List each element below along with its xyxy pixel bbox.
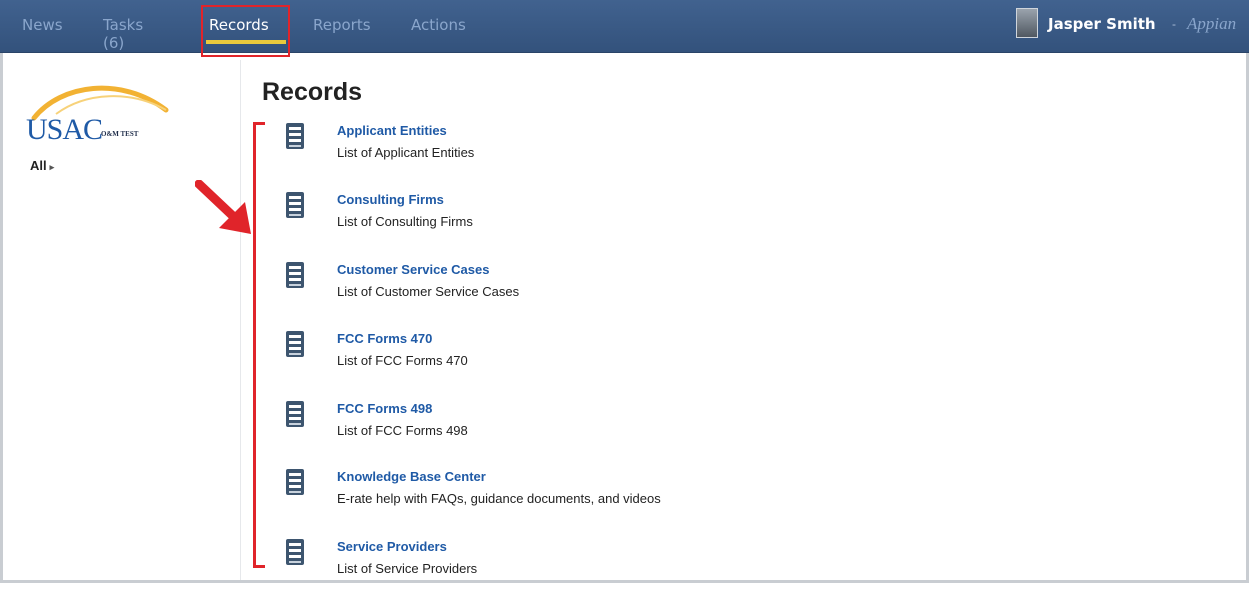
page-title: Records xyxy=(262,78,363,106)
all-filter-dropdown[interactable]: All ▸ xyxy=(30,158,54,173)
logo-subtext: O&M TEST xyxy=(101,130,139,138)
record-title-link[interactable]: Service Providers xyxy=(337,539,447,554)
record-item: Knowledge Base Center E-rate help with FA… xyxy=(285,469,885,519)
record-type-icon[interactable] xyxy=(285,192,305,223)
record-type-icon[interactable] xyxy=(285,401,305,432)
record-title-link[interactable]: FCC Forms 470 xyxy=(337,331,432,346)
brand-logo: Appian xyxy=(1187,14,1237,33)
active-tab-indicator xyxy=(206,40,286,44)
record-description: E-rate help with FAQs, guidance document… xyxy=(337,491,661,506)
user-avatar[interactable] xyxy=(1016,8,1038,38)
record-title-link[interactable]: FCC Forms 498 xyxy=(337,401,432,416)
record-title-link[interactable]: Knowledge Base Center xyxy=(337,469,486,484)
red-bracket-annotation xyxy=(253,122,265,568)
record-title-link[interactable]: Applicant Entities xyxy=(337,123,447,138)
record-description: List of FCC Forms 470 xyxy=(337,353,468,368)
record-description: List of Customer Service Cases xyxy=(337,284,520,299)
record-type-icon[interactable] xyxy=(285,331,305,362)
all-filter-label: All xyxy=(30,158,47,173)
record-description: List of Applicant Entities xyxy=(337,145,475,160)
record-type-icon[interactable] xyxy=(285,123,305,154)
nav-tasks[interactable]: Tasks (6) xyxy=(103,16,143,52)
red-arrow-annotation-icon xyxy=(195,180,251,234)
record-description: List of Service Providers xyxy=(337,561,478,576)
nav-records[interactable]: Records xyxy=(209,16,269,34)
record-item: FCC Forms 470 List of FCC Forms 470 xyxy=(285,331,885,381)
nav-news[interactable]: News xyxy=(22,16,63,34)
record-type-icon[interactable] xyxy=(285,262,305,293)
record-description: List of FCC Forms 498 xyxy=(337,423,468,438)
record-description: List of Consulting Firms xyxy=(337,214,473,229)
nav-reports[interactable]: Reports xyxy=(313,16,371,34)
top-navigation-bar: News Tasks (6) Records Reports Actions J… xyxy=(0,0,1249,57)
record-type-icon[interactable] xyxy=(285,539,305,570)
usac-logo: USAC O&M TEST xyxy=(26,76,186,146)
nav-actions[interactable]: Actions xyxy=(411,16,466,34)
record-item: Applicant Entities List of Applicant Enti… xyxy=(285,123,885,173)
caret-right-icon: ▸ xyxy=(49,162,55,172)
record-title-link[interactable]: Customer Service Cases xyxy=(337,262,489,277)
user-menu-caret[interactable]: - xyxy=(1172,17,1176,31)
record-title-link[interactable]: Consulting Firms xyxy=(337,192,444,207)
record-item: FCC Forms 498 List of FCC Forms 498 xyxy=(285,401,885,451)
logo-text: USAC xyxy=(26,113,103,146)
record-item: Consulting Firms List of Consulting Firms xyxy=(285,192,885,242)
record-item: Customer Service Cases List of Customer S… xyxy=(285,262,885,312)
record-item: Service Providers List of Service Provide… xyxy=(285,539,885,589)
user-name-menu[interactable]: Jasper Smith xyxy=(1048,15,1156,33)
record-type-icon[interactable] xyxy=(285,469,305,500)
sidebar: USAC O&M TEST All ▸ xyxy=(14,60,241,580)
